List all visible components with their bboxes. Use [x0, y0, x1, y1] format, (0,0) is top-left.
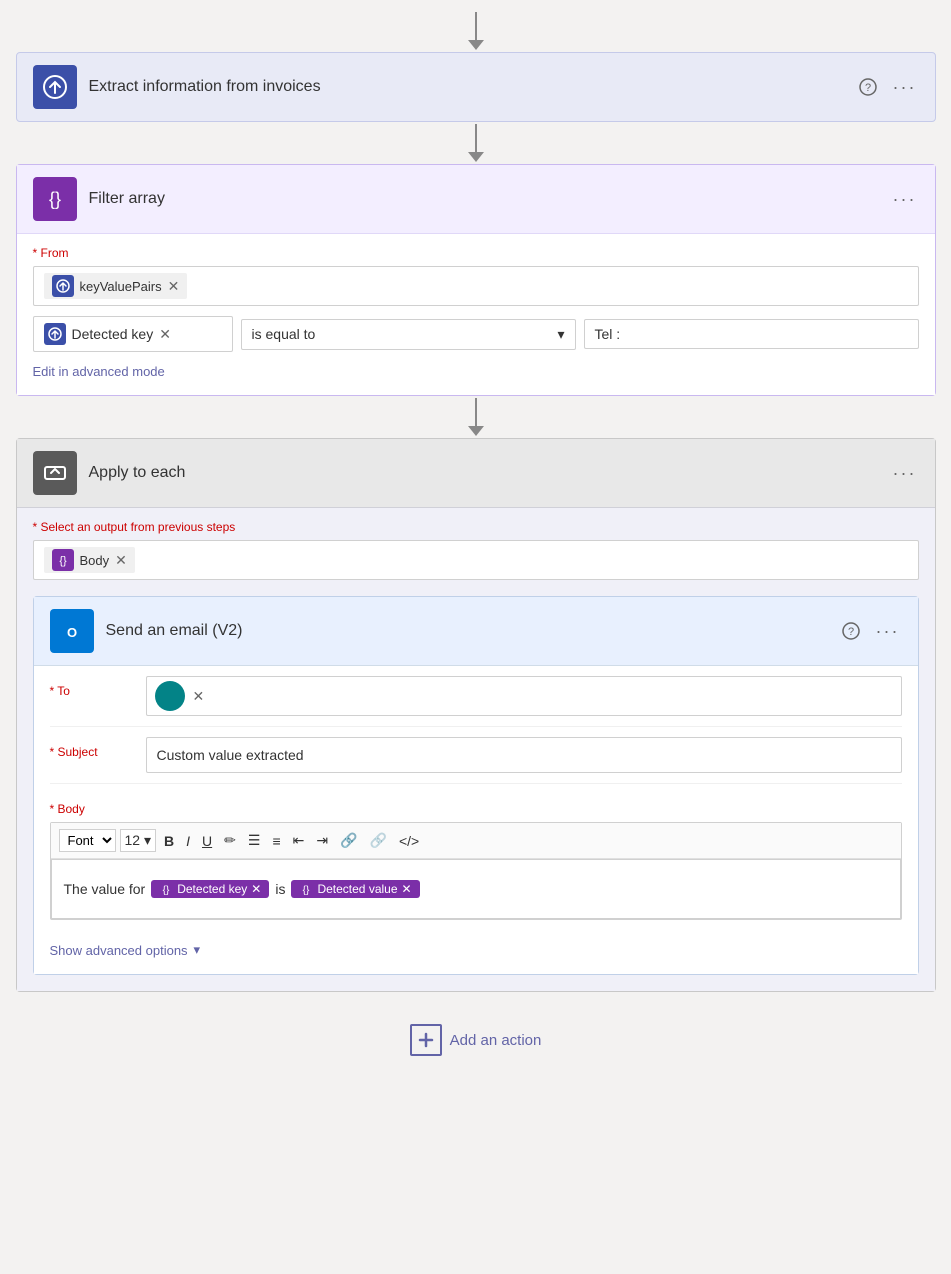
body-text-before: The value for	[64, 881, 146, 897]
bold-button[interactable]: B	[160, 831, 178, 851]
ordered-list-button[interactable]: ≡	[268, 831, 284, 851]
body-tag: {} Body ✕	[44, 547, 135, 573]
connector-arrow-3	[468, 398, 484, 436]
add-action-button[interactable]: Add an action	[410, 1024, 542, 1056]
email-actions: ? ···	[840, 619, 902, 644]
body-content[interactable]: The value for {} Detected key ✕ is	[51, 859, 901, 919]
detected-key-chip: {} Detected key ✕	[151, 880, 269, 898]
apply-body: * Select an output from previous steps {…	[17, 507, 935, 991]
condition-value[interactable]: Tel :	[584, 319, 919, 349]
extract-more-button[interactable]: ···	[891, 75, 919, 100]
email-help-button[interactable]: ?	[840, 620, 862, 642]
extract-card: Extract information from invoices ? ···	[16, 52, 936, 122]
extract-icon	[33, 65, 77, 109]
from-field[interactable]: keyValuePairs ✕	[33, 266, 919, 306]
from-tag-icon	[52, 275, 74, 297]
add-action-label: Add an action	[450, 1032, 542, 1049]
from-tag-close-button[interactable]: ✕	[168, 279, 180, 293]
output-field[interactable]: {} Body ✕	[33, 540, 919, 580]
filter-icon: {}	[33, 177, 77, 221]
filter-actions: ···	[891, 187, 919, 212]
operator-label: is equal to	[252, 326, 316, 342]
email-title: Send an email (V2)	[106, 622, 828, 640]
pen-button[interactable]: ✏	[220, 830, 240, 851]
condition-value-text: Tel :	[595, 326, 621, 342]
apply-title: Apply to each	[89, 464, 879, 482]
connector-arrow-2	[468, 124, 484, 162]
filter-more-button[interactable]: ···	[891, 187, 919, 212]
apply-more-button[interactable]: ···	[891, 461, 919, 486]
token2-close-button[interactable]: ✕	[402, 883, 412, 895]
body-tag-icon: {}	[52, 549, 74, 571]
font-size-select[interactable]: 12 ▾	[120, 829, 157, 852]
email-icon: O	[50, 609, 94, 653]
select-output-label: * Select an output from previous steps	[33, 520, 919, 534]
detected-key-icon	[44, 323, 66, 345]
detected-key-close-button[interactable]: ✕	[159, 327, 171, 341]
show-advanced-label: Show advanced options	[50, 943, 188, 958]
token1-close-button[interactable]: ✕	[251, 883, 261, 895]
extract-title: Extract information from invoices	[89, 78, 845, 96]
to-avatar	[155, 681, 185, 711]
bullet-list-button[interactable]: ☰	[244, 830, 265, 851]
svg-text:?: ?	[847, 626, 853, 638]
body-field-row: * Body Font 12 ▾ B I	[50, 784, 902, 930]
add-action-icon	[410, 1024, 442, 1056]
subject-field[interactable]: Custom value extracted	[146, 737, 902, 773]
subject-label: * Subject	[50, 737, 130, 759]
subject-value: Custom value extracted	[157, 747, 304, 763]
email-more-button[interactable]: ···	[874, 619, 902, 644]
svg-text:{}: {}	[48, 189, 60, 209]
show-advanced-button[interactable]: Show advanced options ▾	[50, 930, 201, 958]
code-button[interactable]: </>	[395, 831, 423, 851]
to-label: * To	[50, 676, 130, 698]
svg-text:{}: {}	[163, 885, 170, 896]
detected-value-chip: {} Detected value ✕	[291, 880, 419, 898]
apply-icon	[33, 451, 77, 495]
link-button[interactable]: 🔗	[336, 830, 361, 851]
body-label: * Body	[50, 794, 130, 816]
body-tag-label: Body	[80, 553, 110, 568]
from-tag: keyValuePairs ✕	[44, 273, 188, 299]
filter-card: {} Filter array ··· * From keyValueP	[16, 164, 936, 396]
body-text-middle: is	[275, 881, 285, 897]
flow-container: Extract information from invoices ? ··· …	[16, 10, 936, 1056]
edit-advanced-button[interactable]: Edit in advanced mode	[33, 364, 165, 379]
filter-body: * From keyValuePairs ✕	[17, 233, 935, 395]
font-family-select[interactable]: Font	[59, 829, 116, 852]
rich-editor: Font 12 ▾ B I U ✏ ☰ ≡	[50, 822, 902, 920]
body-tag-close-button[interactable]: ✕	[115, 553, 127, 567]
svg-text:{}: {}	[303, 885, 310, 896]
condition-operator[interactable]: is equal to ▾	[241, 319, 576, 350]
detected-key-label: Detected key	[72, 326, 154, 342]
extract-actions: ? ···	[857, 75, 919, 100]
to-field-row: * To ✕	[50, 666, 902, 727]
from-label: * From	[33, 246, 919, 260]
to-field[interactable]: ✕	[146, 676, 902, 716]
unlink-button[interactable]: 🔗	[366, 830, 391, 851]
filter-title: Filter array	[89, 190, 879, 208]
apply-card: Apply to each ··· * Select an output fro…	[16, 438, 936, 992]
decrease-indent-button[interactable]: ⇤	[289, 830, 309, 851]
add-action-section: Add an action	[410, 1024, 542, 1056]
operator-chevron-icon: ▾	[557, 326, 564, 343]
email-card: O Send an email (V2) ? ···	[33, 596, 919, 975]
email-body: * To ✕ * Subject Custom value extracted	[34, 665, 918, 974]
condition-row: Detected key ✕ is equal to ▾ Tel :	[33, 316, 919, 352]
increase-indent-button[interactable]: ⇥	[312, 830, 332, 851]
svg-text:O: O	[66, 625, 76, 640]
svg-text:{}: {}	[59, 555, 67, 567]
from-tag-label: keyValuePairs	[80, 279, 162, 294]
to-close-button[interactable]: ✕	[193, 689, 205, 703]
svg-text:?: ?	[864, 82, 870, 94]
condition-left: Detected key ✕	[33, 316, 233, 352]
italic-button[interactable]: I	[182, 831, 194, 851]
apply-actions: ···	[891, 461, 919, 486]
rich-toolbar: Font 12 ▾ B I U ✏ ☰ ≡	[51, 823, 901, 859]
extract-help-button[interactable]: ?	[857, 76, 879, 98]
chevron-down-icon: ▾	[194, 942, 201, 958]
subject-field-row: * Subject Custom value extracted	[50, 727, 902, 784]
connector-arrow-1	[468, 12, 484, 50]
underline-button[interactable]: U	[198, 831, 216, 851]
